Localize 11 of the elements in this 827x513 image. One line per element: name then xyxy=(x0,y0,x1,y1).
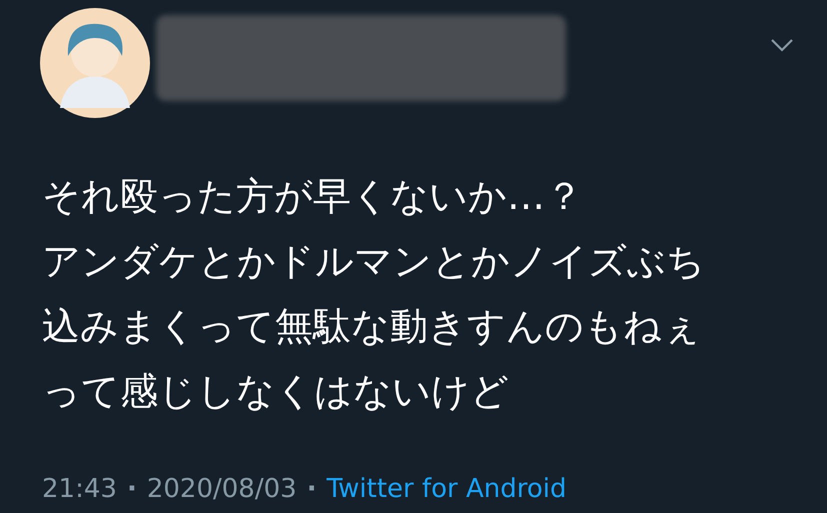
source-link[interactable]: Twitter for Android xyxy=(326,473,567,505)
tweet-text-line: 込みまくって無駄な動きすんのもねぇ xyxy=(42,303,701,350)
separator: · xyxy=(126,473,138,505)
meta-text: 2020/08/03 xyxy=(146,473,297,505)
chevron-down-icon[interactable] xyxy=(770,38,794,52)
tweet-text-line: アンダケとかドルマンとかノイズぶち xyxy=(42,238,705,285)
meta-text: 21:43 xyxy=(42,473,117,505)
tweet-text-line: それ殴った方が早くないか…？ xyxy=(42,173,583,220)
avatar[interactable] xyxy=(40,8,150,118)
tweet-text-line: って感じしなくはないけど xyxy=(42,368,509,415)
separator: · xyxy=(306,473,318,505)
